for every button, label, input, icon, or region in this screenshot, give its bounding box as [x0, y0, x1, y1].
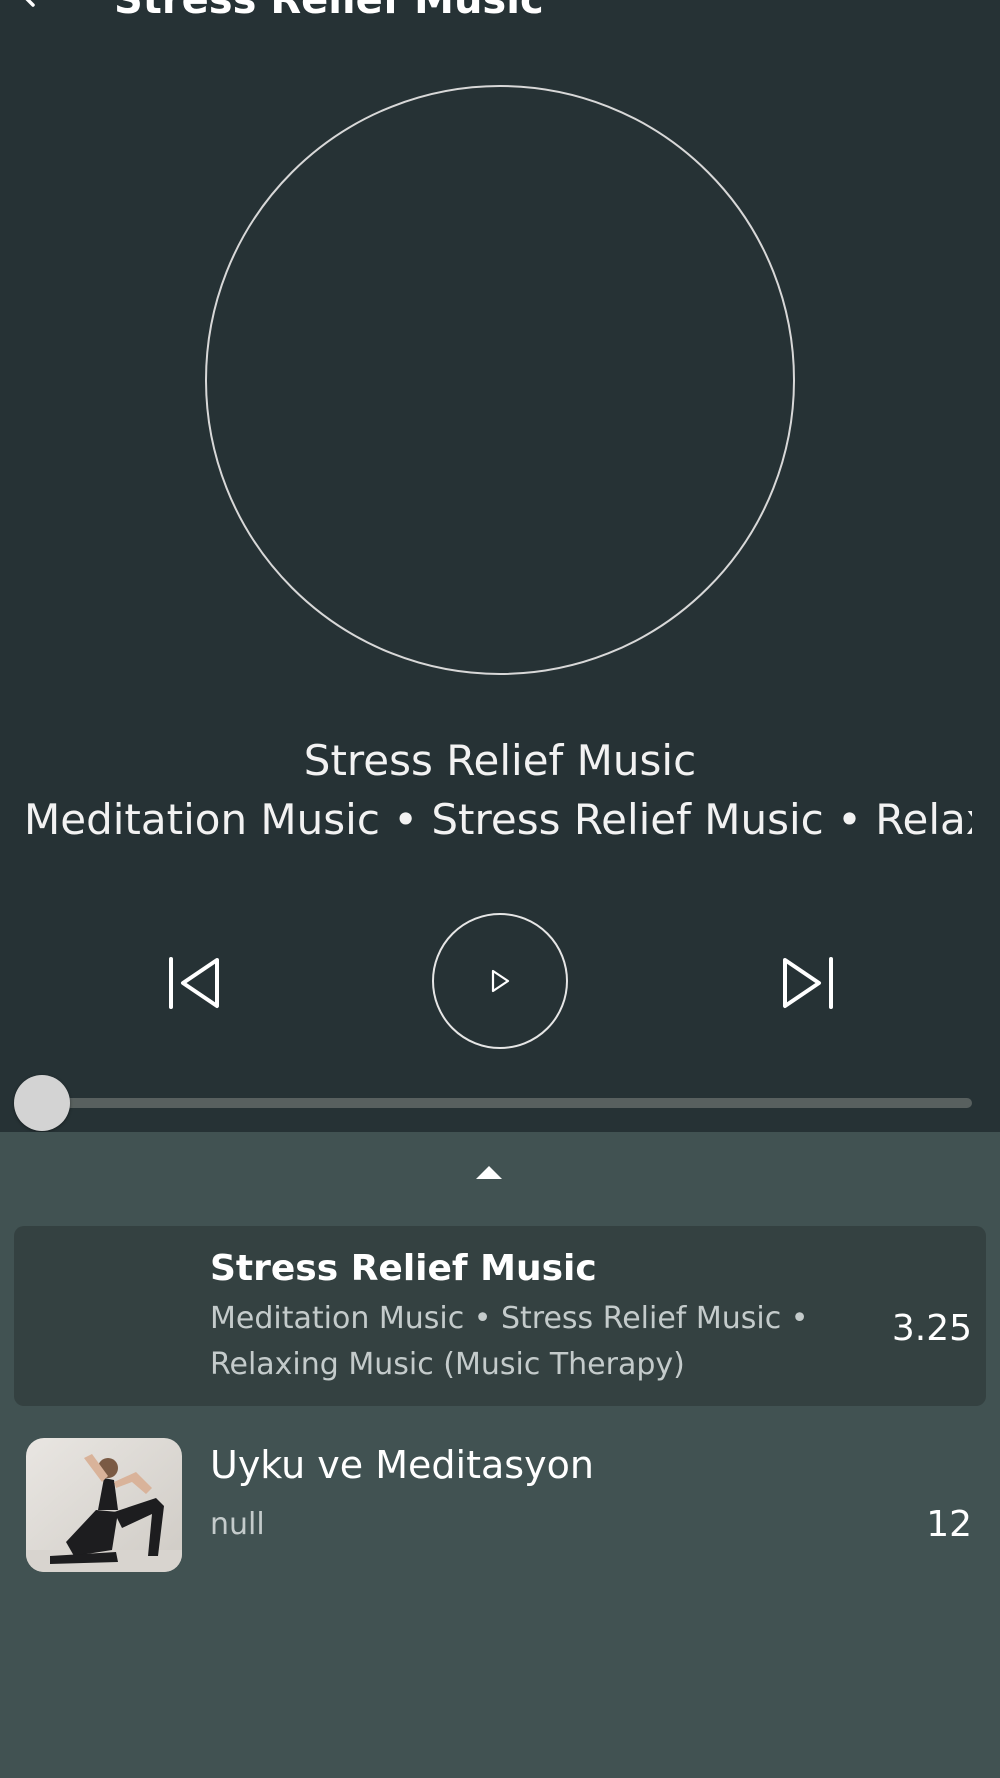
queue-item-duration: 3.25 — [891, 1308, 972, 1349]
back-button[interactable] — [16, 0, 56, 16]
seek-track[interactable] — [34, 1098, 972, 1108]
queue-item-active[interactable]: Stress Relief Music Meditation Music • S… — [14, 1226, 986, 1406]
queue-item-title: Uyku ve Meditasyon — [210, 1443, 594, 1487]
app-header: Stress Relief Music — [0, 0, 1000, 60]
album-artwork — [205, 85, 795, 675]
track-subtitle: Meditation Music • Stress Relief Music •… — [24, 795, 972, 844]
skip-next-icon — [783, 957, 833, 1009]
queue-item-subtitle: Meditation Music • Stress Relief Music •… — [210, 1301, 809, 1382]
queue-handle[interactable] — [474, 1162, 504, 1182]
skip-previous-icon — [169, 957, 219, 1009]
previous-button[interactable] — [158, 948, 232, 1018]
chevron-up-icon — [476, 1166, 502, 1179]
play-button[interactable] — [432, 913, 568, 1049]
seek-slider[interactable] — [14, 1074, 972, 1131]
queue-item-subtitle: null — [210, 1507, 265, 1542]
track-title: Stress Relief Music — [303, 736, 697, 785]
queue-item-duration: 12 — [926, 1504, 972, 1545]
queue-item-title: Stress Relief Music — [210, 1248, 597, 1289]
next-button[interactable] — [770, 948, 844, 1018]
yoga-thumbnail — [26, 1438, 182, 1572]
queue-panel: Stress Relief Music Meditation Music • S… — [0, 1132, 1000, 1778]
arrow-left-icon — [25, 0, 35, 7]
queue-item[interactable]: Uyku ve Meditasyon null 12 — [14, 1428, 986, 1588]
play-icon — [491, 969, 510, 993]
seek-thumb[interactable] — [14, 1075, 70, 1131]
page-title: Stress Relief Music — [114, 0, 544, 23]
